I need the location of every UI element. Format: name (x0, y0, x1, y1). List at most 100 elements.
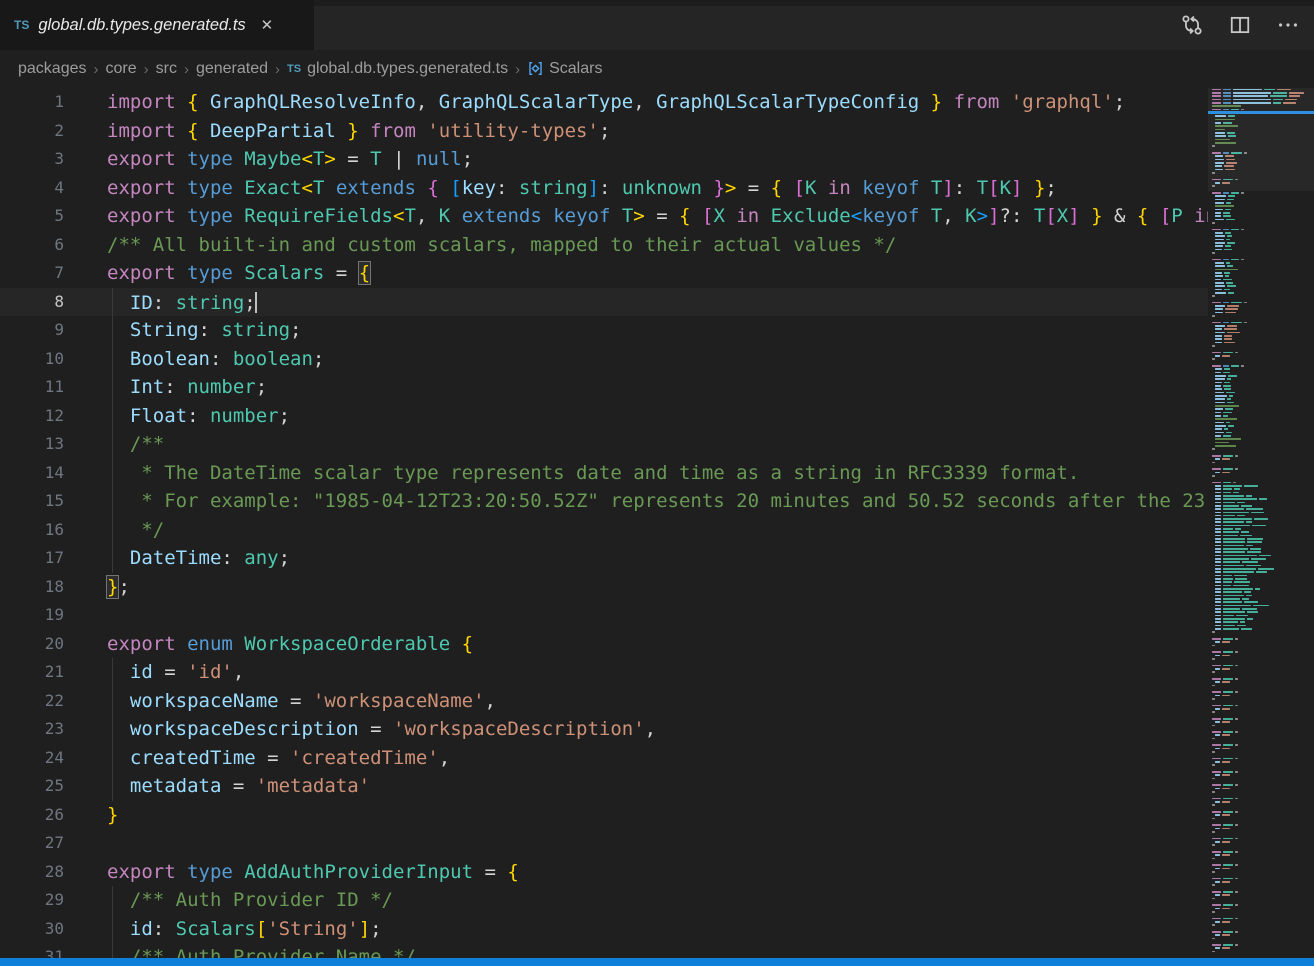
line-number: 10 (0, 345, 64, 374)
tab-bar: TS global.db.types.generated.ts ✕ (0, 0, 1314, 50)
code-token: RequireFields (244, 205, 393, 227)
code-token: ] (942, 177, 953, 199)
line-number: 31 (0, 943, 64, 958)
code-line[interactable]: 7export type Scalars = { (0, 259, 1208, 288)
code-line[interactable]: 27 (0, 829, 1208, 858)
more-actions-icon[interactable] (1276, 13, 1300, 37)
code-line[interactable]: 9 String: string; (0, 316, 1208, 345)
code-line[interactable]: 26} (0, 801, 1208, 830)
breadcrumb-symbol[interactable]: Scalars (549, 60, 602, 78)
code-token: = (359, 718, 393, 740)
code-line[interactable]: 2import { DeepPartial } from 'utility-ty… (0, 117, 1208, 146)
code-line[interactable]: 16 */ (0, 516, 1208, 545)
line-number: 7 (0, 259, 64, 288)
code-token: } (1034, 177, 1045, 199)
code-token: } (107, 804, 118, 826)
breadcrumb-item[interactable]: generated (196, 60, 268, 78)
code-line[interactable]: 13 /** (0, 430, 1208, 459)
code-line[interactable]: 10 Boolean: boolean; (0, 345, 1208, 374)
code-line[interactable]: 8 ID: string; (0, 288, 1208, 317)
breadcrumb-item[interactable]: packages (18, 60, 87, 78)
code-token: export (107, 861, 187, 883)
breadcrumb-file[interactable]: global.db.types.generated.ts (307, 60, 508, 78)
breadcrumb-item[interactable]: src (156, 60, 177, 78)
code-token: [ (702, 205, 713, 227)
code-token: ; (279, 405, 290, 427)
code-line[interactable]: 4export type Exact<T extends { [key: str… (0, 174, 1208, 203)
code-token: key (462, 177, 496, 199)
code-line[interactable]: 5export type RequireFields<T, K extends … (0, 202, 1208, 231)
code-token: K (805, 177, 816, 199)
editor-tab[interactable]: TS global.db.types.generated.ts ✕ (0, 0, 314, 50)
split-editor-icon[interactable] (1228, 13, 1252, 37)
code-token: ] (588, 177, 599, 199)
code-token: ] (1011, 177, 1022, 199)
code-line[interactable]: 1import { GraphQLResolveInfo, GraphQLSca… (0, 88, 1208, 117)
code-text: workspaceName = 'workspaceName', (107, 687, 496, 716)
line-number: 22 (0, 687, 64, 716)
code-line[interactable]: 14 * The DateTime scalar type represents… (0, 459, 1208, 488)
line-number: 19 (0, 601, 64, 630)
line-number: 30 (0, 915, 64, 944)
code-text: export type Maybe<T> = T | null; (107, 145, 473, 174)
code-line[interactable]: 21 id = 'id', (0, 658, 1208, 687)
code-token: , (233, 661, 244, 683)
code-token: GraphQLScalarTypeConfig (645, 91, 931, 113)
code-token: > (977, 205, 988, 227)
close-icon[interactable]: ✕ (261, 18, 274, 33)
code-editor[interactable]: 1import { GraphQLResolveInfo, GraphQLSca… (0, 88, 1208, 958)
code-line[interactable]: 17 DateTime: any; (0, 544, 1208, 573)
code-token: ; (279, 547, 290, 569)
code-token: = (336, 148, 370, 170)
code-line[interactable]: 29 /** Auth Provider ID */ (0, 886, 1208, 915)
code-text: import { GraphQLResolveInfo, GraphQLScal… (107, 88, 1125, 117)
code-line[interactable]: 25 metadata = 'metadata' (0, 772, 1208, 801)
code-line[interactable]: 20export enum WorkspaceOrderable { (0, 630, 1208, 659)
code-line[interactable]: 18}; (0, 573, 1208, 602)
code-text: id = 'id', (107, 658, 244, 687)
code-line[interactable]: 31 /** Auth Provider Name */ (0, 943, 1208, 958)
breadcrumb-item[interactable]: core (106, 60, 137, 78)
code-text: workspaceDescription = 'workspaceDescrip… (107, 715, 656, 744)
code-token: ] (1068, 205, 1079, 227)
line-number: 13 (0, 430, 64, 459)
compare-changes-icon[interactable] (1180, 13, 1204, 37)
line-number: 23 (0, 715, 64, 744)
code-line[interactable]: 12 Float: number; (0, 402, 1208, 431)
code-text: /** All built-in and custom scalars, map… (107, 231, 896, 260)
code-token (691, 205, 702, 227)
code-token: , (416, 205, 439, 227)
code-token: extends keyof (450, 205, 622, 227)
code-line[interactable]: 3export type Maybe<T> = T | null; (0, 145, 1208, 174)
code-token: id (107, 918, 153, 940)
code-token: 'createdTime' (290, 747, 439, 769)
code-token: Float (107, 405, 187, 427)
typescript-file-icon: TS (14, 18, 29, 32)
code-line[interactable]: 22 workspaceName = 'workspaceName', (0, 687, 1208, 716)
code-token: : (199, 319, 222, 341)
minimap-slider[interactable] (1208, 88, 1314, 191)
code-line[interactable]: 30 id: Scalars['String']; (0, 915, 1208, 944)
code-line[interactable]: 6/** All built-in and custom scalars, ma… (0, 231, 1208, 260)
code-line[interactable]: 23 workspaceDescription = 'workspaceDesc… (0, 715, 1208, 744)
code-token: [ (1160, 205, 1171, 227)
code-line[interactable]: 15 * For example: "1985-04-12T23:20:50.5… (0, 487, 1208, 516)
code-token: 'id' (187, 661, 233, 683)
code-token: /** Auth Provider Name */ (107, 946, 416, 958)
code-token: type (187, 177, 244, 199)
code-token: export (107, 177, 187, 199)
code-token: T (313, 177, 324, 199)
code-token: = (324, 262, 358, 284)
minimap[interactable] (1208, 88, 1314, 958)
code-line[interactable]: 28export type AddAuthProviderInput = { (0, 858, 1208, 887)
code-line[interactable]: 24 createdTime = 'createdTime', (0, 744, 1208, 773)
code-token: Scalars (244, 262, 324, 284)
code-line[interactable]: 19 (0, 601, 1208, 630)
code-token: ; (1114, 91, 1125, 113)
code-token: T (931, 177, 942, 199)
code-text: /** (107, 430, 164, 459)
code-line[interactable]: 11 Int: number; (0, 373, 1208, 402)
code-token: : (153, 918, 176, 940)
editor-actions (1180, 0, 1314, 50)
code-token: < (301, 177, 312, 199)
